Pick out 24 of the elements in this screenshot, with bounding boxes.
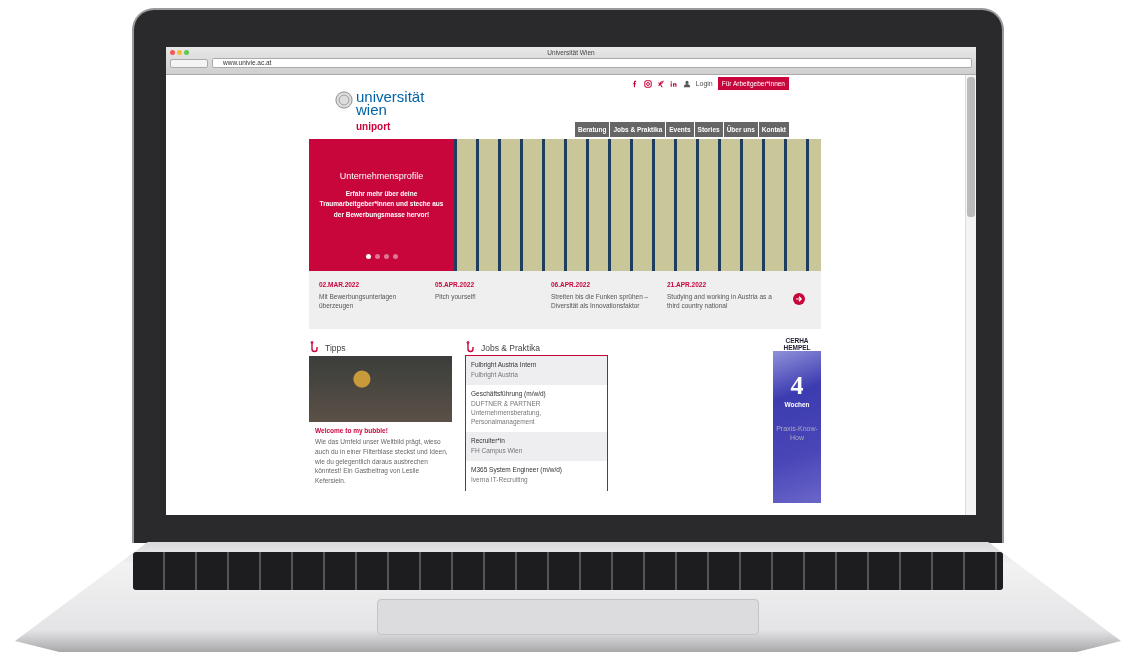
next-arrow-icon[interactable] — [793, 293, 805, 305]
maximize-icon[interactable] — [184, 50, 189, 55]
slider-dot[interactable] — [374, 254, 380, 259]
product-name[interactable]: uniport — [356, 122, 425, 131]
facebook-icon[interactable] — [630, 79, 639, 88]
xing-icon[interactable] — [656, 79, 665, 88]
slider-dot[interactable] — [392, 254, 398, 259]
user-icon — [682, 79, 691, 88]
slider-dot[interactable] — [365, 254, 371, 259]
section-title: Jobs & Praktika — [481, 343, 541, 353]
logo-text: universität — [356, 91, 425, 104]
ad-number: 4 — [790, 371, 804, 402]
section-title: Tipps — [325, 343, 346, 353]
hero-title: Unternehmensprofile — [339, 171, 424, 181]
scrollbar-thumb[interactable] — [967, 77, 975, 217]
linkedin-icon[interactable] — [669, 79, 678, 88]
minimize-icon[interactable] — [177, 50, 182, 55]
slider-dot[interactable] — [383, 254, 389, 259]
logo-text: wien — [356, 103, 387, 117]
university-seal-icon — [335, 91, 353, 109]
close-icon[interactable] — [170, 50, 175, 55]
instagram-icon[interactable] — [643, 79, 652, 88]
hook-icon — [465, 341, 475, 353]
hook-icon — [309, 341, 319, 353]
